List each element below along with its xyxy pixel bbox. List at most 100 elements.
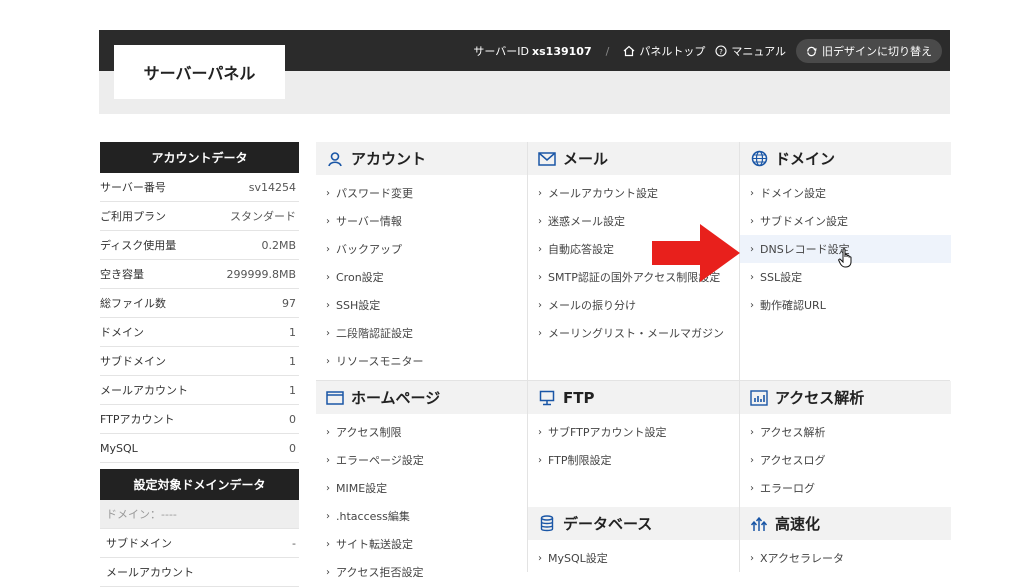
panel-top-link[interactable]: パネルトップ <box>623 43 705 59</box>
row-label: MySQL <box>100 441 138 455</box>
menu-link[interactable]: › アクセス制限 <box>316 418 527 446</box>
menu-link[interactable]: › パスワード変更 <box>316 179 527 207</box>
menu-link-label: FTP制限設定 <box>548 454 612 467</box>
row-label: ドメイン：---- <box>106 508 177 521</box>
menu-link[interactable]: › FTP制限設定 <box>528 446 739 474</box>
chevron-right-icon: › <box>326 215 330 227</box>
domain-data-heading: 設定対象ドメインデータ <box>100 469 299 500</box>
chevron-right-icon: › <box>538 552 542 564</box>
chevron-right-icon: › <box>326 454 330 466</box>
menu-link[interactable]: › MIME設定 <box>316 474 527 502</box>
menu-link[interactable]: › サブFTPアカウント設定 <box>528 418 739 446</box>
sidebar-data-row: ドメイン 1 <box>100 318 299 347</box>
sidebar-data-row: メールアカウント 1 <box>100 376 299 405</box>
menu-link[interactable]: › メーリングリスト・メールマガジン <box>528 319 739 347</box>
chevron-right-icon: › <box>538 215 542 227</box>
menu-link-label: サーバー情報 <box>336 215 402 228</box>
menu-link[interactable]: › エラーログ <box>740 474 951 502</box>
menu-link-label: メールの振り分け <box>548 299 636 312</box>
section-access: アクセス解析 › アクセス解析 › アクセスログ › エラーログ <box>740 381 951 502</box>
chevron-right-icon: › <box>538 299 542 311</box>
sidebar-data-row: ドメイン：---- <box>100 500 299 529</box>
menu-link[interactable]: › SSH設定 <box>316 291 527 319</box>
header-separator: / <box>605 44 610 58</box>
section-title: メール <box>563 150 609 168</box>
menu-link[interactable]: › サブドメイン設定 <box>740 207 951 235</box>
row-label: FTPアカウント <box>100 413 175 426</box>
menu-link[interactable]: › 二段階認証設定 <box>316 319 527 347</box>
menu-link-label: 動作確認URL <box>760 299 826 312</box>
menu-link[interactable]: › 動作確認URL <box>740 291 951 319</box>
menu-link[interactable]: › MySQL設定 <box>528 544 739 572</box>
row-label: サブドメイン <box>100 355 166 368</box>
menu-link-label: SSL設定 <box>760 271 803 284</box>
section-title: ドメイン <box>775 150 836 168</box>
row-value: 1 <box>289 354 296 368</box>
menu-link-label: サイト転送設定 <box>336 538 413 551</box>
chevron-right-icon: › <box>750 454 754 466</box>
menu-link[interactable]: › ドメイン設定 <box>740 179 951 207</box>
chevron-right-icon: › <box>326 566 330 578</box>
menu-link-label: MySQL設定 <box>548 552 608 565</box>
sidebar-data-row: 空き容量 299999.8MB <box>100 260 299 289</box>
menu-link[interactable]: › Cron設定 <box>316 263 527 291</box>
row-label: メールアカウント <box>106 566 194 579</box>
menu-link-label: アクセス制限 <box>336 426 402 439</box>
menu-link[interactable]: › サーバー情報 <box>316 207 527 235</box>
menu-link[interactable]: › メールアカウント設定 <box>528 179 739 207</box>
chevron-right-icon: › <box>326 187 330 199</box>
row-value: 299999.8MB <box>226 267 296 281</box>
sidebar-data-row: ご利用プラン スタンダード <box>100 202 299 231</box>
menu-link[interactable]: › エラーページ設定 <box>316 446 527 474</box>
section-header: FTP <box>528 381 739 414</box>
row-label: ご利用プラン <box>100 210 166 223</box>
menu-link[interactable]: › .htaccess編集 <box>316 502 527 530</box>
menu-link-label: 自動応答設定 <box>548 243 614 256</box>
menu-link-label: メールアカウント設定 <box>548 187 658 200</box>
speed-arrows-icon <box>750 515 768 533</box>
old-design-button[interactable]: 旧デザインに切り替え <box>796 39 942 63</box>
help-icon: ? <box>715 45 727 57</box>
chevron-right-icon: › <box>538 243 542 255</box>
chevron-right-icon: › <box>326 355 330 367</box>
chevron-right-icon: › <box>326 482 330 494</box>
section-title: 高速化 <box>775 515 821 533</box>
menu-link[interactable]: › サイト転送設定 <box>316 530 527 558</box>
section-database: データベース › MySQL設定 <box>528 507 739 572</box>
menu-link-label: エラーページ設定 <box>336 454 424 467</box>
chevron-right-icon: › <box>326 299 330 311</box>
row-value: - <box>292 536 296 550</box>
menu-link[interactable]: › メールの振り分け <box>528 291 739 319</box>
menu-link[interactable]: › リソースモニター <box>316 347 527 375</box>
chevron-right-icon: › <box>750 426 754 438</box>
menu-link[interactable]: › アクセス拒否設定 <box>316 558 527 586</box>
menu-link-label: アクセス拒否設定 <box>336 566 424 579</box>
chevron-right-icon: › <box>750 271 754 283</box>
row-value: 1 <box>289 325 296 339</box>
menu-link[interactable]: › アクセスログ <box>740 446 951 474</box>
chevron-right-icon: › <box>750 243 754 255</box>
row-value: 97 <box>282 296 296 310</box>
section-title: FTP <box>563 388 595 407</box>
row-label: 総ファイル数 <box>100 297 166 310</box>
chevron-right-icon: › <box>538 327 542 339</box>
server-id-label: サーバーID <box>473 45 530 58</box>
server-id-value: xs139107 <box>532 45 592 58</box>
menu-link-label: サブドメイン設定 <box>760 215 848 228</box>
chevron-right-icon: › <box>538 271 542 283</box>
section-account: アカウント › パスワード変更 › サーバー情報 › バックアップ › Cron設定 › SSH設… <box>316 142 527 375</box>
chevron-right-icon: › <box>750 482 754 494</box>
menu-link-label: MIME設定 <box>336 482 388 495</box>
page-title: サーバーパネル <box>114 45 285 99</box>
sidebar-data-row: メールアカウント <box>100 558 299 587</box>
manual-link[interactable]: ? マニュアル <box>715 43 786 59</box>
chevron-right-icon: › <box>326 243 330 255</box>
menu-link[interactable]: › アクセス解析 <box>740 418 951 446</box>
menu-link[interactable]: › バックアップ <box>316 235 527 263</box>
menu-link-label: 迷惑メール設定 <box>548 215 625 228</box>
section-header: 高速化 <box>740 507 951 540</box>
sidebar-data-row: ディスク使用量 0.2MB <box>100 231 299 260</box>
menu-link-label: バックアップ <box>336 243 402 256</box>
sidebar-data-row: サブドメイン 1 <box>100 347 299 376</box>
menu-link[interactable]: › Xアクセラレータ <box>740 544 951 572</box>
